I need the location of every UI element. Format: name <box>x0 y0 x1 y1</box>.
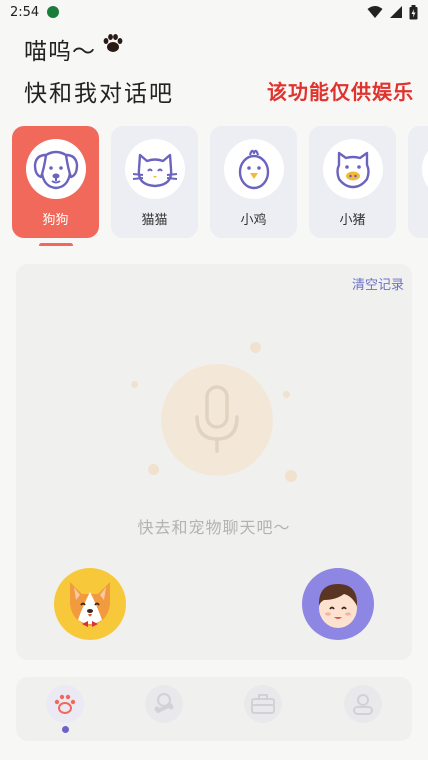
pet-avatar-corgi[interactable] <box>54 568 126 640</box>
pet-card-chick[interactable]: 小鸡 <box>210 126 297 238</box>
pet-label: 小猪 <box>339 213 366 228</box>
greeting-row: 喵呜～ <box>24 32 414 66</box>
clear-history-button[interactable]: 清空记录 <box>352 274 404 293</box>
pet-card-cat[interactable]: 猫猫 <box>111 126 198 238</box>
status-bar: 2:54 <box>0 0 428 24</box>
paw-icon <box>54 694 76 714</box>
battery-icon <box>409 4 418 19</box>
cat-icon <box>132 153 177 188</box>
decor-dot <box>148 464 159 475</box>
pet-avatar <box>25 139 86 199</box>
disclaimer-text: 该功能仅供娱乐 <box>267 80 414 104</box>
pet-avatar <box>322 139 383 199</box>
paw-print-icon <box>103 34 123 52</box>
tab-bone[interactable] <box>145 685 183 723</box>
pig-icon <box>335 151 370 189</box>
briefcase-icon <box>251 694 275 714</box>
corgi-avatar-icon <box>70 582 110 627</box>
pet-avatar <box>421 139 428 199</box>
active-pet-indicator <box>39 243 73 246</box>
microphone-icon <box>195 385 239 453</box>
status-icons <box>367 4 418 20</box>
tab-paw[interactable] <box>46 685 84 723</box>
chat-hint-text: 快去和宠物聊天吧～ <box>137 518 291 537</box>
status-time: 2:54 <box>10 4 40 20</box>
pet-selector: 狗狗 猫猫 小鸡 小猪 <box>12 126 428 246</box>
pet-avatar <box>124 139 185 199</box>
chat-panel: 清空记录 快去和宠物聊天吧～ <box>16 264 412 660</box>
decor-dot <box>283 391 290 398</box>
signal-icon <box>390 6 402 18</box>
pet-card-pig[interactable]: 小猪 <box>309 126 396 238</box>
notification-icon <box>47 6 60 18</box>
decor-dot <box>250 342 261 353</box>
pet-card-more[interactable] <box>408 126 428 238</box>
header: 喵呜～ 快和我对话吧 该功能仅供娱乐 <box>24 32 414 107</box>
active-tab-dot <box>62 726 69 733</box>
subtitle-text: 快和我对话吧 <box>24 81 174 107</box>
pet-label: 小鸡 <box>240 213 267 228</box>
pet-label: 狗狗 <box>42 213 69 228</box>
microphone-button[interactable] <box>161 364 273 476</box>
decor-dot <box>285 470 297 482</box>
dog-icon <box>33 150 78 190</box>
wifi-icon <box>367 6 383 18</box>
user-avatar-icon <box>318 584 358 628</box>
chick-icon <box>238 149 269 190</box>
greeting-text: 喵呜～ <box>24 39 96 65</box>
pet-card-dog[interactable]: 狗狗 <box>12 126 99 238</box>
tab-briefcase[interactable] <box>244 685 282 723</box>
user-avatar[interactable] <box>302 568 374 640</box>
pet-avatar <box>223 139 284 199</box>
profile-icon <box>353 694 373 715</box>
bottom-tab-bar <box>16 677 412 741</box>
tab-profile[interactable] <box>344 685 382 723</box>
pet-label: 猫猫 <box>141 213 168 228</box>
decor-dot <box>131 381 138 388</box>
bone-icon <box>154 693 174 713</box>
